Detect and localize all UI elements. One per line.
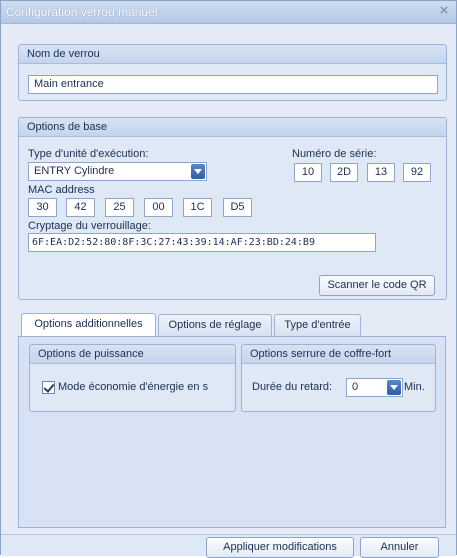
lock-name-header-label: Nom de verrou <box>27 48 100 60</box>
unit-type-select[interactable]: ENTRY Cylindre <box>28 162 207 181</box>
crypt-key-input[interactable]: 6F:EA:D2:52:80:8F:3C:27:43:39:14:AF:23:B… <box>28 233 376 252</box>
serial-label: Numéro de série: <box>292 148 377 160</box>
mac-byte-3[interactable]: 25 <box>105 198 134 217</box>
serial-byte-2[interactable]: 2D <box>330 163 358 182</box>
mac-byte-5[interactable]: 1C <box>183 198 212 217</box>
delay-label: Durée du retard: <box>252 381 333 393</box>
crypt-label: Cryptage du verrouillage: <box>28 220 151 232</box>
power-options-header: Options de puissance <box>30 345 235 364</box>
tab-panel: Options de puissance Mode économie d'éne… <box>18 336 446 528</box>
scan-qr-button[interactable]: Scanner le code QR <box>319 275 435 296</box>
chevron-down-icon[interactable] <box>387 380 401 395</box>
basic-options-header: Options de base <box>19 118 446 137</box>
title-bar: Configuration verrou manuel × <box>1 1 456 24</box>
lock-name-header: Nom de verrou <box>19 45 446 64</box>
energy-saving-checkbox[interactable] <box>42 381 55 394</box>
serial-byte-1[interactable]: 10 <box>294 163 322 182</box>
mac-byte-6[interactable]: D5 <box>223 198 252 217</box>
unit-type-label: Type d'unité d'exécution: <box>28 148 149 160</box>
serial-byte-4[interactable]: 92 <box>403 163 431 182</box>
delay-value: 0 <box>352 381 359 393</box>
mac-byte-4[interactable]: 00 <box>144 198 173 217</box>
close-icon[interactable]: × <box>436 2 452 20</box>
mac-byte-1[interactable]: 30 <box>28 198 57 217</box>
unit-type-value: ENTRY Cylindre <box>34 165 115 177</box>
mac-label: MAC address <box>28 184 95 196</box>
delay-select[interactable]: 0 <box>346 378 403 397</box>
config-dialog: Configuration verrou manuel × Nom de ver… <box>0 0 457 558</box>
tab-adjustment-options[interactable]: Options de réglage <box>158 314 272 336</box>
lock-name-group: Nom de verrou Main entrance <box>18 44 447 101</box>
power-options-group: Options de puissance Mode économie d'éne… <box>29 344 236 412</box>
energy-saving-label: Mode économie d'énergie en s <box>58 381 209 393</box>
safe-options-group: Options serrure de coffre-fort Durée du … <box>241 344 436 412</box>
tab-entry-type[interactable]: Type d'entrée <box>274 314 361 336</box>
basic-options-group: Options de base Type d'unité d'exécution… <box>18 117 447 300</box>
chevron-down-icon[interactable] <box>191 164 205 179</box>
tab-additional-options[interactable]: Options additionnelles <box>21 313 156 337</box>
safe-options-header: Options serrure de coffre-fort <box>242 345 435 364</box>
window-title: Configuration verrou manuel <box>6 5 158 19</box>
basic-options-header-label: Options de base <box>27 121 108 133</box>
lock-name-input[interactable]: Main entrance <box>28 75 438 94</box>
safe-options-header-label: Options serrure de coffre-fort <box>250 348 392 360</box>
mac-byte-2[interactable]: 42 <box>66 198 95 217</box>
power-options-header-label: Options de puissance <box>38 348 144 360</box>
serial-byte-3[interactable]: 13 <box>367 163 395 182</box>
delay-unit: Min. <box>404 381 425 393</box>
